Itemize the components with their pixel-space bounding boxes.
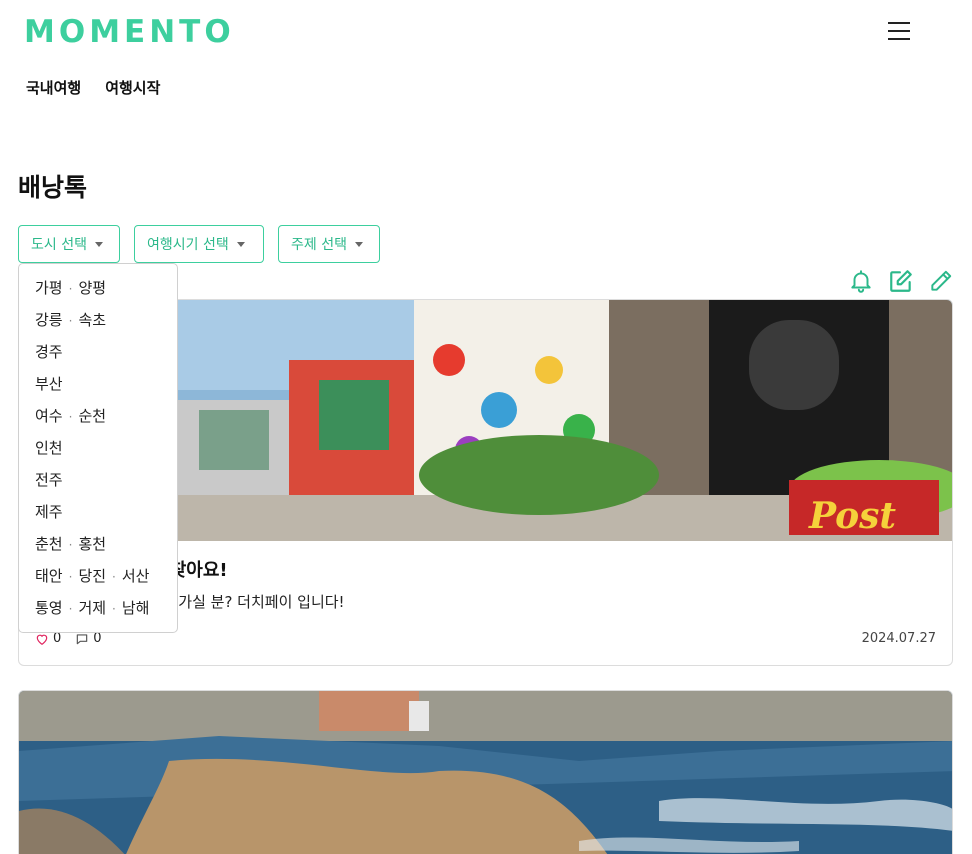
like-count: 0 — [53, 631, 62, 646]
city-select-label: 도시 선택 — [31, 237, 87, 253]
dropdown-option-label: 서산 — [121, 567, 150, 585]
dropdown-option-label: 강릉 — [35, 311, 63, 329]
dropdown-option-label: 통영 — [35, 599, 63, 617]
dropdown-option-label: 여수 — [35, 407, 63, 425]
hamburger-menu-icon[interactable] — [886, 20, 912, 42]
dropdown-option[interactable]: 경주 — [19, 336, 177, 368]
dropdown-option[interactable]: 강릉 · 속초 — [19, 304, 177, 336]
separator-dot: · — [68, 538, 73, 552]
dropdown-option-label: 전주 — [35, 471, 63, 489]
post-card[interactable] — [18, 690, 953, 854]
dropdown-option-label: 홍천 — [78, 535, 107, 553]
caret-down-icon — [354, 241, 363, 247]
separator-dot: · — [112, 570, 116, 584]
dropdown-option-label: 남해 — [121, 599, 150, 617]
dropdown-option[interactable]: 춘천 · 홍천 — [19, 528, 177, 560]
separator-dot: · — [68, 282, 73, 296]
dropdown-option-label: 양평 — [78, 279, 107, 297]
comment-icon[interactable] — [75, 632, 89, 646]
brand-logo[interactable]: MOMENTO — [24, 14, 235, 50]
city-select-button[interactable]: 도시 선택 — [18, 225, 120, 263]
edit-note-icon[interactable] — [888, 268, 914, 294]
theme-select-button[interactable]: 주제 선택 — [278, 225, 380, 263]
post-date: 2024.07.27 — [861, 631, 936, 646]
season-select-label: 여행시기 선택 — [147, 237, 229, 253]
dropdown-option[interactable]: 여수 · 순천 — [19, 400, 177, 432]
dropdown-option-label: 경주 — [35, 343, 63, 361]
dropdown-option-label: 속초 — [78, 311, 107, 329]
bell-icon[interactable] — [848, 268, 874, 294]
dropdown-option-label: 순천 — [78, 407, 107, 425]
dropdown-option-label: 춘천 — [35, 535, 63, 553]
separator-dot: · — [112, 602, 116, 616]
post-tools — [848, 268, 954, 294]
theme-select-label: 주제 선택 — [291, 237, 347, 253]
dropdown-option[interactable]: 가평 · 양평 — [19, 272, 177, 304]
separator-dot: · — [68, 602, 73, 616]
header: MOMENTO — [0, 0, 972, 64]
dropdown-option[interactable]: 부산 — [19, 368, 177, 400]
post-image[interactable] — [19, 691, 952, 854]
season-select-button[interactable]: 여행시기 선택 — [134, 225, 264, 263]
dropdown-option-label: 태안 — [35, 567, 63, 585]
separator-dot: · — [68, 570, 73, 584]
dropdown-option[interactable]: 전주 — [19, 464, 177, 496]
dropdown-option-label: 인천 — [35, 439, 63, 457]
post-stats: 0 0 — [35, 631, 102, 646]
main-nav: 국내여행 여행시작 — [26, 77, 160, 98]
nav-item-start-travel[interactable]: 여행시작 — [105, 77, 160, 98]
dropdown-option-label: 가평 — [35, 279, 63, 297]
comment-count: 0 — [93, 631, 102, 646]
dropdown-option-label: 당진 — [78, 567, 107, 585]
dropdown-option[interactable]: 인천 — [19, 432, 177, 464]
dropdown-option[interactable]: 제주 — [19, 496, 177, 528]
separator-dot: · — [68, 314, 73, 328]
heart-icon[interactable] — [35, 632, 49, 646]
dropdown-option-label: 부산 — [35, 375, 63, 393]
separator-dot: · — [68, 410, 73, 424]
nav-item-domestic-travel[interactable]: 국내여행 — [26, 77, 81, 98]
caret-down-icon — [94, 241, 103, 247]
city-dropdown-menu: 가평 · 양평강릉 · 속초경주부산여수 · 순천인천전주제주춘천 · 홍천태안 · 당진 · 서산통영… — [18, 263, 178, 633]
page-title: 배낭톡 — [18, 173, 88, 202]
caret-down-icon — [236, 241, 245, 247]
dropdown-option-label: 제주 — [35, 503, 63, 521]
svg-text:Post: Post — [808, 495, 896, 537]
dropdown-option[interactable]: 통영 · 거제 · 남해 — [19, 592, 177, 624]
dropdown-option[interactable]: 태안 · 당진 · 서산 — [19, 560, 177, 592]
pencil-icon[interactable] — [928, 268, 954, 294]
dropdown-option-label: 거제 — [78, 599, 107, 617]
